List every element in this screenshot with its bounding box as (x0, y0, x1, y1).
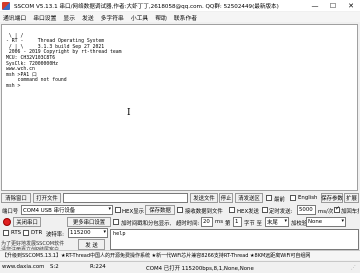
promo-marquee[interactable]: 【升级到SSCOM5.13.1】★RT-Thread中国人的开源免费操作系统 ★… (0, 250, 360, 260)
file-path-field[interactable] (63, 193, 188, 203)
save-data-button[interactable]: 保存数据 (145, 205, 175, 215)
checksum-end-select[interactable]: 末尾 (265, 217, 289, 227)
app-icon (2, 1, 10, 10)
more-settings-button[interactable]: 更多串口设置 (67, 217, 111, 227)
clear-window-button[interactable]: 清除窗口 (1, 193, 31, 203)
timed-send-label: 定时发送: (269, 209, 293, 215)
maximize-button[interactable]: ☐ (324, 0, 342, 11)
title-bar: SSCOM V5.13.1 串口/网络数据调试器,作者:大虾丁丁,2618058… (0, 0, 360, 11)
minimize-button[interactable]: — (306, 0, 324, 11)
rts-label: RTS (11, 230, 22, 236)
status-recv-count: R:224 (90, 264, 106, 270)
status-site[interactable]: www.daxia.com (2, 264, 44, 270)
interval-unit-label: ms/次 (318, 209, 334, 215)
menu-item-multi-string[interactable]: 多字符串 (101, 13, 124, 22)
send-file-button[interactable]: 发送文件 (190, 193, 218, 203)
window-title: SSCOM V5.13.1 串口/网络数据调试器,作者:大虾丁丁,2618058… (14, 3, 279, 10)
menu-bar: 通讯端口 串口设置 显示 发送 多字符串 小工具 帮助 联系作者 (0, 12, 360, 22)
index-label: 第 (225, 221, 231, 227)
port-label: 端口号 (2, 209, 19, 215)
add-enter-checkbox[interactable] (334, 205, 340, 213)
menu-item-display[interactable]: 显示 (63, 13, 75, 22)
rts-checkbox[interactable] (3, 230, 9, 236)
save-params-button[interactable]: 保存参数 (321, 193, 343, 203)
timestamp-label: 加时间戳和分包显示, (121, 221, 172, 227)
resize-grip-icon[interactable]: ⋰ (351, 265, 356, 271)
verify-label: 加校验 (291, 221, 308, 227)
dtr-checkbox[interactable] (23, 230, 29, 236)
expand-button[interactable]: 扩展 (344, 193, 359, 203)
terminal-line: msh > (6, 83, 21, 89)
status-port-state: COM4 已打开 115200bps,8,1,None,None (146, 266, 254, 272)
timed-send-checkbox[interactable] (262, 207, 268, 213)
hex-send-checkbox[interactable] (229, 207, 235, 213)
menu-item-contact[interactable]: 联系作者 (174, 13, 197, 22)
english-checkbox[interactable] (290, 195, 296, 201)
recv-to-file-checkbox[interactable] (177, 207, 183, 213)
hex-display-checkbox[interactable] (115, 207, 121, 213)
hex-send-label: HEX发送 (237, 209, 259, 215)
add-enter-label: 加回车换行 (341, 209, 359, 215)
recv-to-file-label: 接收数据到文件 (185, 209, 223, 215)
close-button[interactable]: ✕ (342, 0, 360, 11)
menu-item-send[interactable]: 发送 (82, 13, 94, 22)
hex-display-label: HEX显示 (122, 209, 144, 215)
english-label: English (298, 195, 318, 201)
dtr-label: DTR (31, 230, 43, 236)
send-text: help (113, 231, 126, 237)
status-sent-count: S:2 (50, 264, 59, 270)
port-status-icon (3, 218, 11, 226)
stop-button[interactable]: 停止 (219, 193, 233, 203)
receive-terminal[interactable]: \ | / - RT - Thread Operating System / | … (1, 24, 358, 191)
timeout-unit-label: ms (215, 219, 224, 225)
close-port-button[interactable]: 关闭串口 (13, 217, 41, 227)
baud-label: 波特率: (46, 232, 64, 238)
verify-select[interactable]: None (306, 217, 346, 227)
status-bar: www.daxia.com S:2 R:224 COM4 已打开 115200b… (0, 261, 360, 273)
send-text-area[interactable]: help (110, 229, 359, 250)
interval-input[interactable]: 5000 (297, 205, 316, 215)
menu-item-port[interactable]: 通讯端口 (3, 13, 26, 22)
clear-send-button[interactable]: 清发送区 (235, 193, 263, 203)
timestamp-checkbox[interactable] (113, 219, 119, 225)
timeout-input[interactable]: 20 (201, 217, 213, 227)
topmost-checkbox[interactable] (266, 195, 272, 201)
byte-label: 字节 至 (244, 221, 262, 227)
menu-item-help[interactable]: 帮助 (155, 13, 167, 22)
menu-item-serial-settings[interactable]: 串口设置 (33, 13, 56, 22)
port-select[interactable]: COM4 USB 串行设备 (21, 205, 113, 215)
baud-select[interactable]: 115200 (68, 228, 108, 238)
index-input[interactable]: 1 (233, 217, 242, 227)
open-file-button[interactable]: 打开文件 (33, 193, 61, 203)
menu-item-tools[interactable]: 小工具 (131, 13, 148, 22)
topmost-label: 最前 (274, 197, 285, 203)
timeout-label: 超时时间: (176, 221, 200, 227)
text-cursor-icon: I (127, 108, 131, 118)
send-button[interactable]: 发 送 (78, 239, 105, 250)
